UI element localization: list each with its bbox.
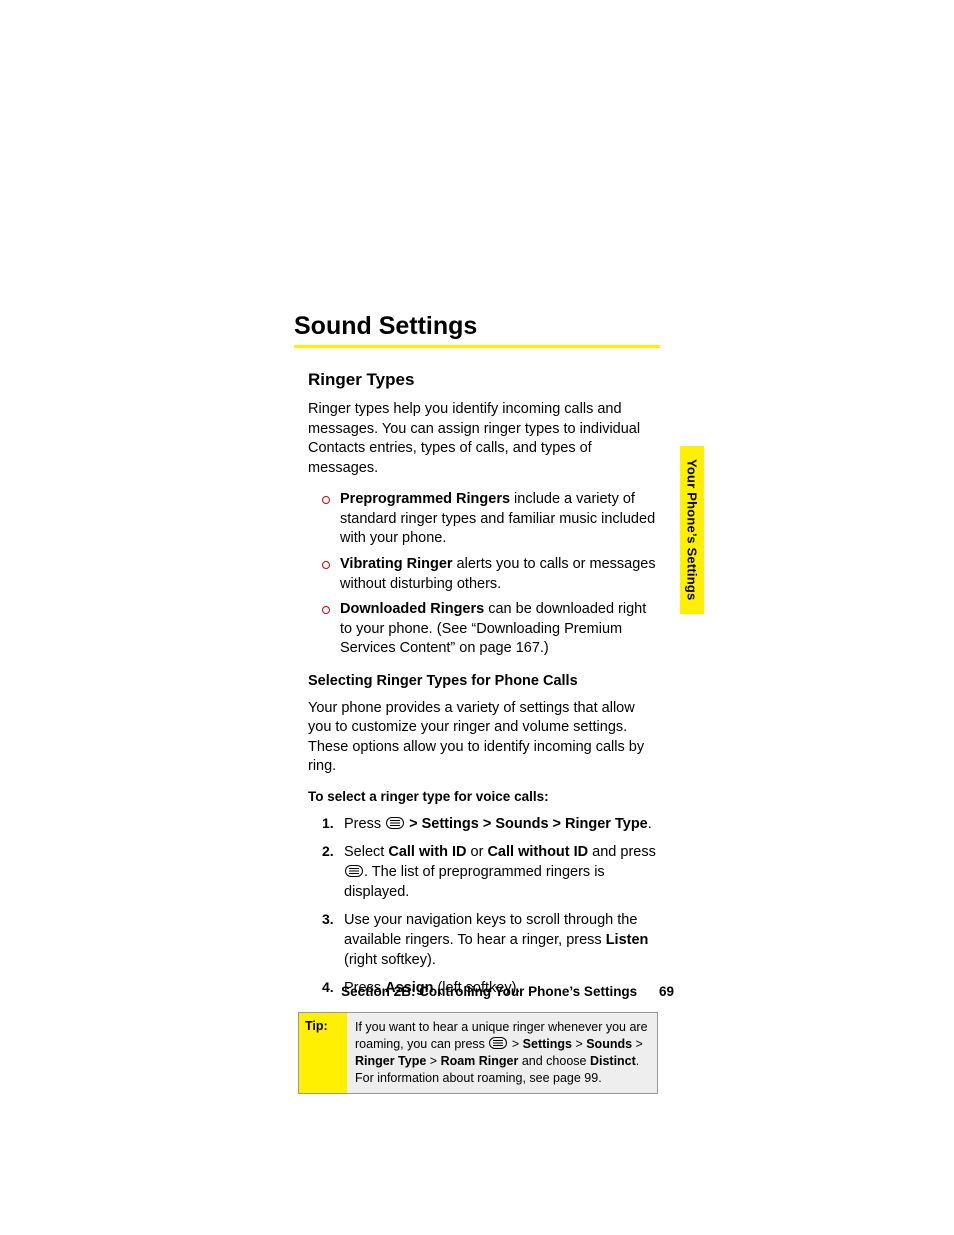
step-text: and press (588, 844, 656, 860)
menu-key-icon (489, 1037, 507, 1049)
menu-path: Ringer Type (355, 1054, 426, 1068)
intro-paragraph: Ringer types help you identify incoming … (308, 400, 660, 478)
step-text: or (467, 844, 488, 860)
tip-label: Tip: (299, 1013, 347, 1093)
subheading: Ringer Types (308, 370, 660, 390)
step-item: 2. Select Call with ID or Call without I… (322, 842, 660, 902)
heading-rule (294, 345, 660, 348)
manual-page: Sound Settings Ringer Types Ringer types… (0, 0, 954, 1235)
term: Vibrating Ringer (340, 556, 453, 572)
step-number: 3. (322, 910, 334, 929)
menu-path: > Settings > Sounds > Ringer Type (405, 816, 648, 832)
term: Preprogrammed Ringers (340, 491, 510, 507)
option: Call without ID (487, 844, 588, 860)
menu-path: Sounds (586, 1037, 632, 1051)
step-item: 1. Press > Settings > Sounds > Ringer Ty… (322, 814, 660, 834)
paragraph: Your phone provides a variety of setting… (308, 699, 660, 777)
term: Downloaded Ringers (340, 601, 484, 617)
step-item: 3. Use your navigation keys to scroll th… (322, 910, 660, 970)
content-area: Sound Settings Ringer Types Ringer types… (294, 312, 660, 1094)
tip-text: and choose (518, 1054, 590, 1068)
menu-key-icon (386, 817, 404, 829)
menu-path: Roam Ringer (441, 1054, 519, 1068)
step-list: 1. Press > Settings > Sounds > Ringer Ty… (322, 814, 660, 998)
lead-line: To select a ringer type for voice calls: (308, 789, 660, 804)
page-footer: Section 2B: Controlling Your Phone’s Set… (294, 984, 674, 999)
softkey: Listen (606, 932, 649, 948)
side-tab-label: Your Phone’s Settings (685, 459, 700, 600)
menu-path: Settings (523, 1037, 572, 1051)
tip-body: If you want to hear a unique ringer when… (347, 1013, 657, 1093)
bullet-list: Preprogrammed Ringers include a variety … (322, 490, 660, 659)
option: Call with ID (388, 844, 466, 860)
menu-key-icon (345, 865, 363, 877)
option: Distinct (590, 1054, 636, 1068)
sub-subheading: Selecting Ringer Types for Phone Calls (308, 673, 660, 689)
list-item: Preprogrammed Ringers include a variety … (322, 490, 660, 549)
step-text: . (648, 816, 652, 832)
step-text: Press (344, 816, 385, 832)
side-tab: Your Phone’s Settings (680, 446, 704, 614)
step-text: . The list of preprogrammed ringers is d… (344, 864, 605, 900)
step-text: Use your navigation keys to scroll throu… (344, 912, 637, 948)
step-number: 1. (322, 814, 334, 833)
page-heading: Sound Settings (294, 312, 660, 341)
list-item: Vibrating Ringer alerts you to calls or … (322, 555, 660, 594)
page-number: 69 (659, 984, 674, 999)
list-item: Downloaded Ringers can be downloaded rig… (322, 600, 660, 659)
step-text: (right softkey). (344, 952, 436, 968)
tip-box: Tip: If you want to hear a unique ringer… (298, 1012, 658, 1094)
step-text: Select (344, 844, 388, 860)
footer-section: Section 2B: Controlling Your Phone’s Set… (341, 984, 637, 999)
step-number: 2. (322, 842, 334, 861)
